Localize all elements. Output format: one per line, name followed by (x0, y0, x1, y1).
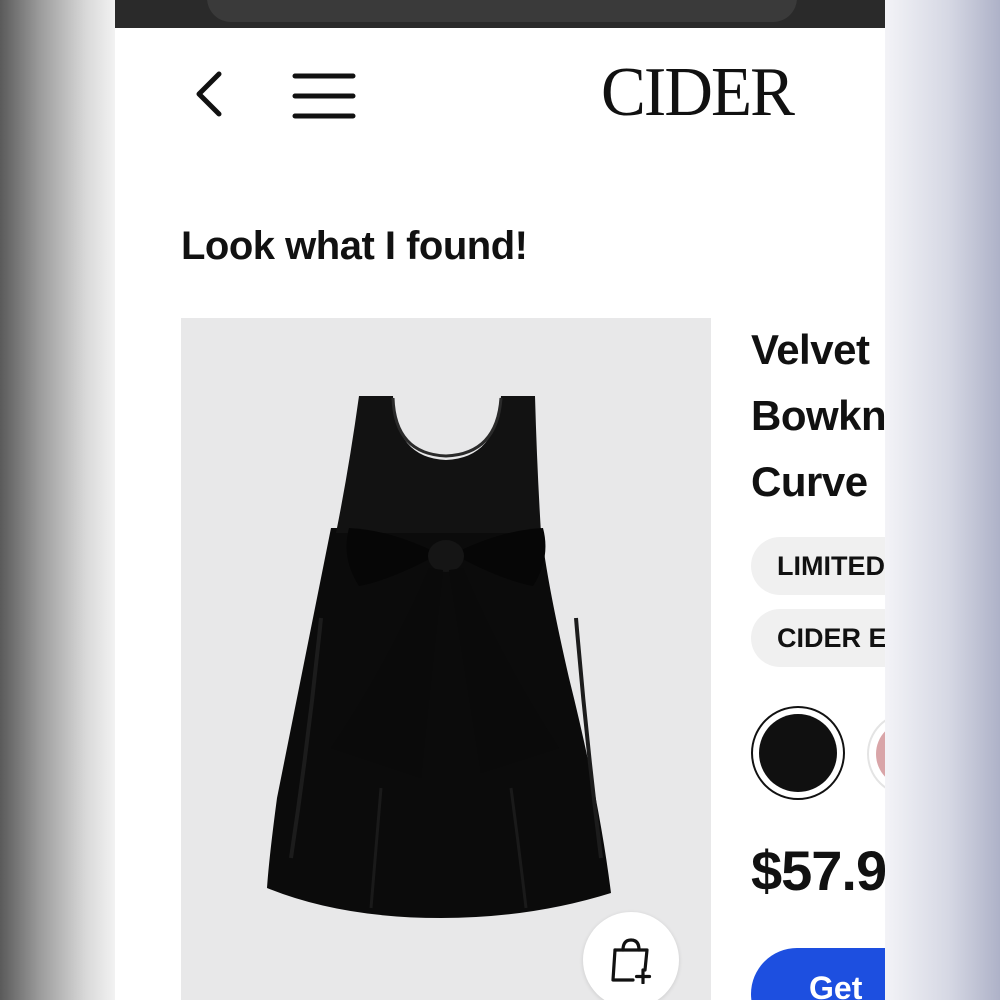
right-background-edge (885, 0, 1000, 1000)
brand-logo[interactable]: CIDER (601, 58, 795, 128)
back-button[interactable] (187, 68, 235, 120)
get-button[interactable]: Get (751, 948, 885, 1000)
product-title-line-2[interactable]: Bowkn (751, 392, 885, 440)
get-button-label: Get (809, 970, 863, 1000)
chevron-left-icon (196, 71, 222, 117)
product-photo (267, 396, 611, 918)
shopping-bag-plus-icon (611, 938, 652, 984)
product-title-line-3[interactable]: Curve (751, 458, 868, 506)
status-bar (115, 0, 885, 28)
color-swatch-pink[interactable] (867, 712, 885, 796)
menu-button[interactable] (291, 72, 357, 120)
swatch-fill (759, 714, 837, 792)
hamburger-menu-icon (292, 73, 356, 119)
add-to-bag-button[interactable] (583, 912, 679, 1000)
product-price: $57.9 (751, 839, 885, 902)
brand-tag: CIDER E (751, 609, 885, 667)
product-image-card[interactable] (181, 318, 711, 1000)
left-background-edge (0, 0, 115, 1000)
page-heading: Look what I found! (181, 224, 528, 268)
swatch-fill (876, 721, 885, 787)
color-swatch-black[interactable] (751, 706, 845, 800)
limited-tag: LIMITED (751, 537, 885, 595)
product-title-line-1[interactable]: Velvet (751, 326, 870, 374)
phone-screen: CIDER Look what I found! Velvet Bowkn Cu… (115, 0, 885, 1000)
address-bar[interactable] (207, 0, 797, 22)
